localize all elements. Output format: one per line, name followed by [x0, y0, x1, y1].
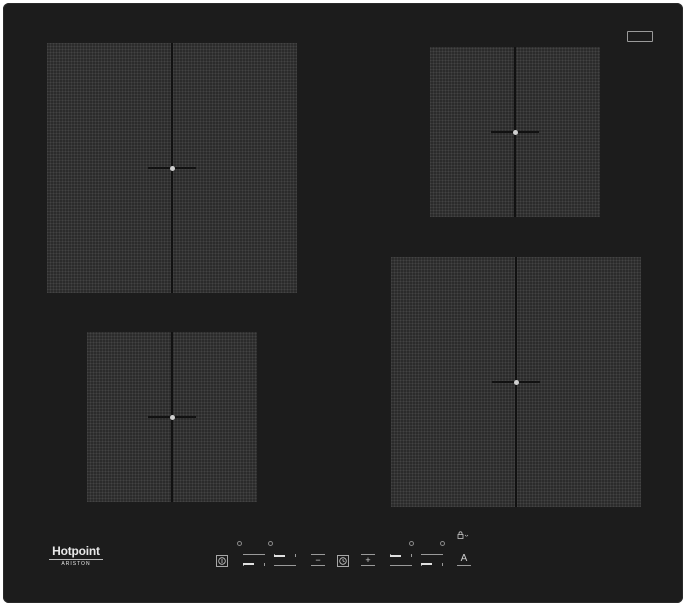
slider-fill [274, 555, 285, 557]
button-bottom-edge [457, 565, 471, 566]
lock-icon [457, 531, 469, 539]
induction-hob: Hotpoint ARISTON − + A [3, 3, 683, 603]
brand-name: Hotpoint [52, 544, 100, 558]
zone-select-right-rear[interactable] [421, 554, 443, 566]
cooking-zone-front-right[interactable] [391, 257, 641, 507]
slider-top-edge [243, 554, 265, 555]
cooking-zone-rear-right[interactable] [430, 47, 600, 217]
cooking-zone-rear-left[interactable] [47, 43, 297, 293]
slider-corner [295, 554, 296, 557]
slider-corner [411, 554, 412, 557]
timer-button[interactable] [337, 555, 349, 567]
timer-icon [339, 557, 347, 565]
zone-select-left-rear[interactable] [274, 554, 296, 566]
zone-select-left-front[interactable] [243, 554, 265, 566]
minus-button[interactable]: − [311, 554, 325, 566]
power-icon [218, 557, 226, 565]
brand-sub: ARISTON [61, 561, 91, 567]
zone-led-right-rear [440, 541, 445, 546]
slider-bottom-edge [274, 565, 296, 566]
zone-center-dot [513, 379, 519, 385]
slider-fill [421, 563, 432, 565]
zone-led-right-front [409, 541, 414, 546]
zone-select-right-front[interactable] [390, 554, 412, 566]
slider-bottom-edge [390, 565, 412, 566]
slider-corner [264, 563, 265, 566]
power-button[interactable] [216, 555, 228, 567]
slider-fill [390, 555, 401, 557]
cooking-zone-front-left[interactable] [87, 332, 257, 502]
logo-rule [49, 559, 103, 560]
brand-logo: Hotpoint ARISTON [47, 544, 105, 568]
slider-corner [442, 563, 443, 566]
status-indicator [627, 31, 653, 42]
zone-led-left-front [237, 541, 242, 546]
auto-icon: A [460, 553, 468, 564]
zone-led-left-rear [268, 541, 273, 546]
child-lock-indicator [457, 531, 471, 539]
slider-fill [243, 563, 254, 565]
plus-button[interactable]: + [361, 554, 375, 566]
button-bottom-edge [361, 565, 375, 566]
plus-icon: + [365, 555, 371, 565]
zone-center-dot [169, 414, 175, 420]
zone-center-dot [169, 165, 175, 171]
auto-button[interactable]: A [457, 554, 471, 566]
minus-icon: − [315, 555, 321, 565]
slider-top-edge [421, 554, 443, 555]
zone-center-dot [512, 129, 518, 135]
button-bottom-edge [311, 565, 325, 566]
